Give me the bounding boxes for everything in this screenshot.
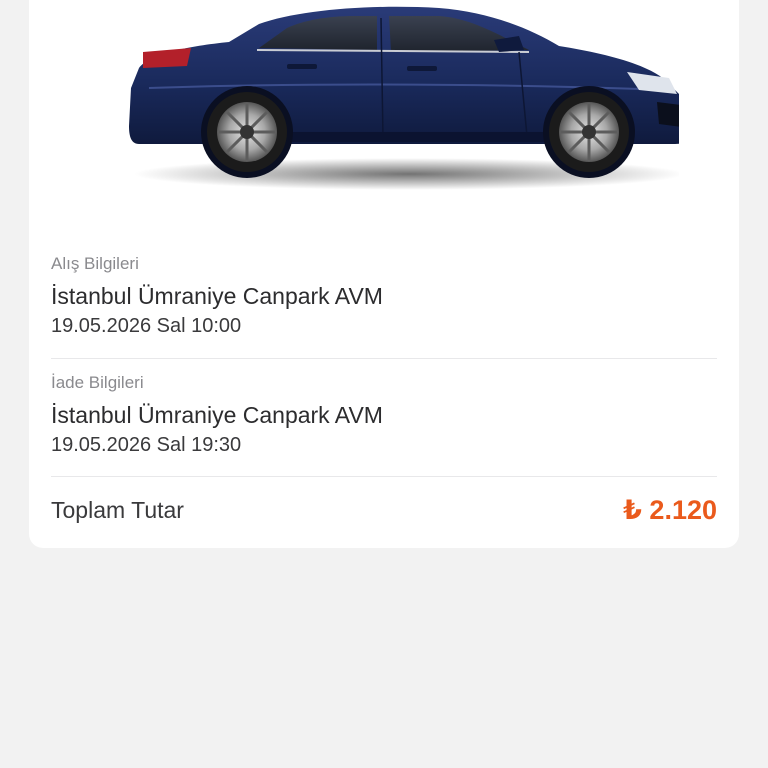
divider xyxy=(51,476,717,477)
dropoff-info: İade Bilgileri İstanbul Ümraniye Canpark… xyxy=(51,372,717,458)
total-row: Toplam Tutar ₺ 2.120 xyxy=(51,490,717,530)
dropoff-location: İstanbul Ümraniye Canpark AVM xyxy=(51,402,383,428)
pickup-info: Alış Bilgileri İstanbul Ümraniye Canpark… xyxy=(51,253,717,339)
pickup-label: Alış Bilgileri xyxy=(51,254,139,273)
car-icon xyxy=(129,6,691,190)
pickup-location: İstanbul Ümraniye Canpark AVM xyxy=(51,283,383,309)
reservation-summary-card: Alış Bilgileri İstanbul Ümraniye Canpark… xyxy=(29,0,739,548)
total-label: Toplam Tutar xyxy=(51,496,184,523)
divider xyxy=(51,358,717,359)
dropoff-label: İade Bilgileri xyxy=(51,373,144,392)
dropoff-datetime: 19.05.2026 Sal 19:30 xyxy=(51,434,242,456)
car-image xyxy=(109,6,691,206)
total-price: ₺ 2.120 xyxy=(623,494,717,525)
pickup-datetime: 19.05.2026 Sal 10:00 xyxy=(51,315,242,337)
